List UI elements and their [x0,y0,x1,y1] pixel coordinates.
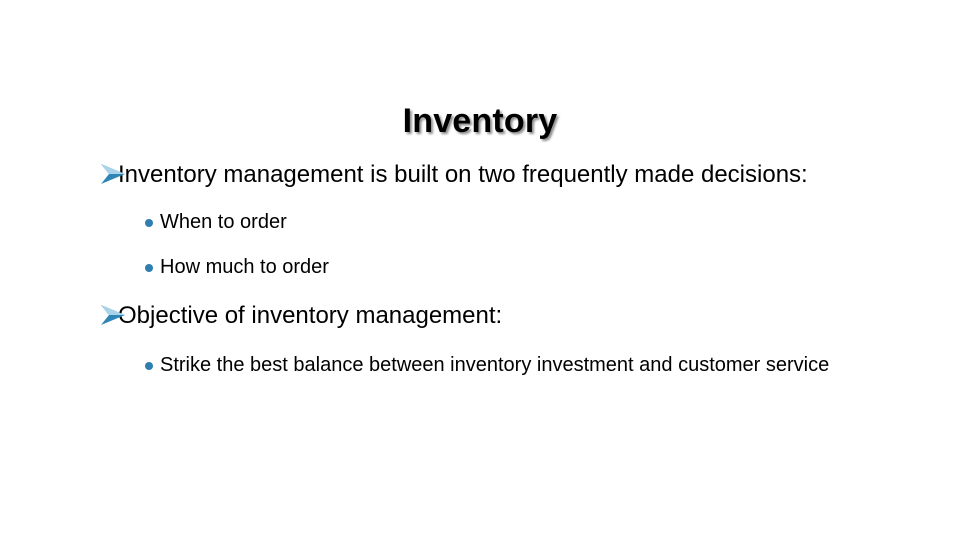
bullet-level2-how-much-to-order: How much to order [100,253,872,282]
arrow-bullet-icon [100,163,126,187]
bullet-text: Inventory management is built on two fre… [118,161,808,188]
bullet-level1-objective: Objective of inventory management: [100,299,872,333]
slide-canvas: Inventory Inventory management is built … [0,0,960,540]
bullet-text: Strike the best balance between inventor… [160,354,830,376]
bullet-text: Objective of inventory management: [118,302,503,329]
sub-bullet-group-objective: Strike the best balance between inventor… [100,351,872,380]
sub-bullet-group-decisions: When to order How much to order [100,208,872,282]
bullet-level1-inventory-management: Inventory management is built on two fre… [100,158,872,192]
bullet-text: When to order [160,211,287,233]
dot-bullet-icon [145,219,153,227]
slide-body: Inventory management is built on two fre… [100,158,872,380]
bullet-level2-strike-balance: Strike the best balance between inventor… [100,351,872,380]
dot-bullet-icon [145,264,153,272]
bullet-text: How much to order [160,256,329,278]
bullet-level2-when-to-order: When to order [100,208,872,237]
page-title: Inventory [402,102,558,140]
arrow-bullet-icon [100,304,126,328]
dot-bullet-icon [145,362,153,370]
